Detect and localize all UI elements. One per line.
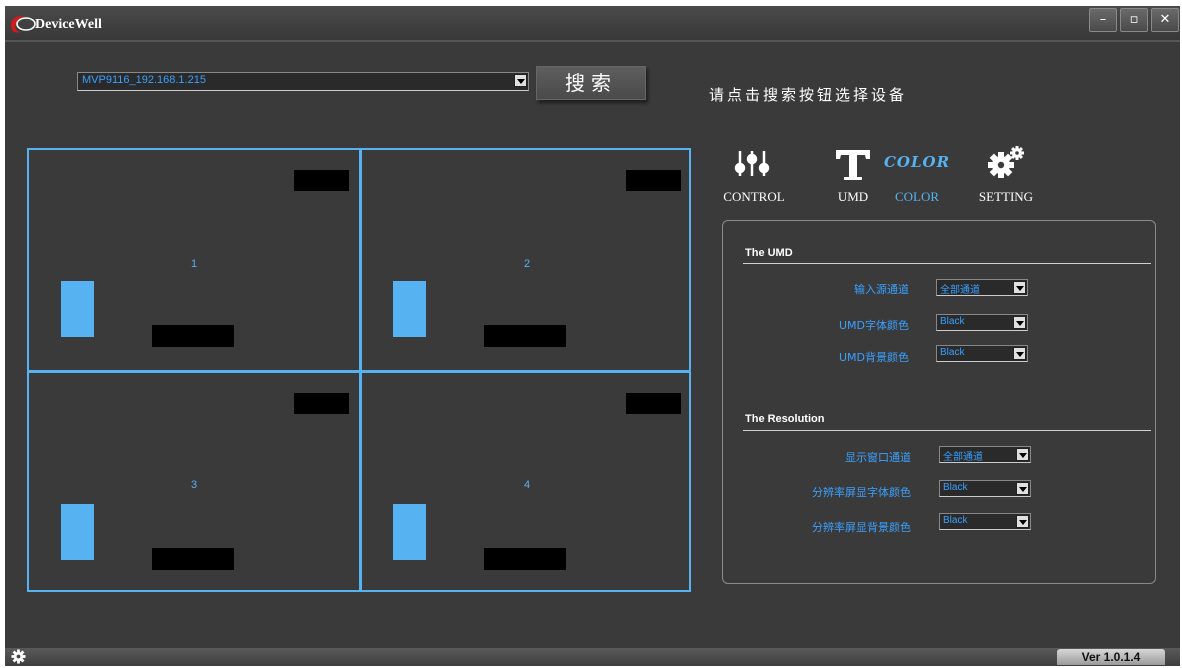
res-window-channel-select[interactable]: 全部通道 xyxy=(939,446,1031,463)
cell-number: 1 xyxy=(191,258,198,270)
status-bar: Ver 1.0.1.4 xyxy=(5,648,1180,666)
preview-cell[interactable]: 2 xyxy=(362,150,689,370)
resolution-overlay xyxy=(294,170,349,191)
resolution-overlay xyxy=(294,393,349,414)
tab-control[interactable]: CONTROL xyxy=(714,146,794,206)
umd-bg-color-value: Black xyxy=(940,347,965,358)
umd-bg-color-label: UMD背景颜色 xyxy=(838,351,909,364)
res-bg-color-label: 分辨率屏显背景颜色 xyxy=(812,521,911,534)
close-button[interactable]: ✕ xyxy=(1151,8,1179,32)
title-bar: DeviceWell – ▫ ✕ xyxy=(5,6,1180,42)
chevron-down-icon[interactable] xyxy=(1013,347,1026,360)
preview-cell[interactable]: 3 xyxy=(29,373,359,590)
umd-section-title: The UMD xyxy=(745,247,793,259)
res-window-channel-value: 全部通道 xyxy=(943,452,983,463)
res-font-color-label: 分辨率屏显字体颜色 xyxy=(812,486,911,499)
chevron-down-icon[interactable] xyxy=(1013,281,1026,294)
gear-icon[interactable] xyxy=(11,649,26,664)
umd-input-channel-select[interactable]: 全部通道 xyxy=(936,279,1028,296)
res-bg-color-value: Black xyxy=(943,515,968,526)
resolution-section-title: The Resolution xyxy=(745,413,825,425)
search-button[interactable]: 搜索 xyxy=(536,66,646,100)
res-font-color-select[interactable]: Black xyxy=(939,480,1031,497)
umd-overlay xyxy=(152,548,234,570)
chevron-down-icon[interactable] xyxy=(1016,482,1029,495)
tab-setting-label: SETTING xyxy=(978,189,1034,204)
window-marker xyxy=(61,504,94,560)
window-marker xyxy=(61,281,94,337)
chevron-down-icon[interactable] xyxy=(1013,316,1026,329)
tab-color-label: COLOR xyxy=(894,189,940,204)
window-preview-grid: 1 2 3 4 xyxy=(27,148,691,592)
preview-cell[interactable]: 1 xyxy=(29,150,359,370)
window-marker xyxy=(393,281,426,337)
resolution-overlay xyxy=(626,393,681,414)
umd-overlay xyxy=(484,548,566,570)
umd-input-channel-label: 输入源通道 xyxy=(854,283,909,296)
chevron-down-icon[interactable] xyxy=(1016,448,1029,461)
cell-number: 2 xyxy=(524,258,531,270)
umd-bg-color-select[interactable]: Black xyxy=(936,345,1028,362)
chevron-down-icon[interactable] xyxy=(514,74,527,87)
cell-number: 4 xyxy=(524,479,531,491)
preview-cell[interactable]: 4 xyxy=(362,373,689,590)
resolution-overlay xyxy=(626,170,681,191)
umd-overlay xyxy=(484,325,566,347)
gears-icon xyxy=(988,146,1024,178)
minimize-button[interactable]: – xyxy=(1089,8,1117,32)
umd-font-color-value: Black xyxy=(940,316,965,327)
tab-color[interactable]: COLOR COLOR xyxy=(877,146,957,206)
resolution-section-divider xyxy=(743,430,1151,431)
cell-number: 3 xyxy=(191,479,198,491)
tab-control-label: CONTROL xyxy=(723,189,785,204)
tab-setting[interactable]: SETTING xyxy=(966,146,1046,206)
umd-section-divider xyxy=(743,263,1151,264)
sliders-icon xyxy=(734,151,770,176)
window-marker xyxy=(393,504,426,560)
umd-overlay xyxy=(152,325,234,347)
color-icon: COLOR xyxy=(883,153,951,171)
umd-font-color-select[interactable]: Black xyxy=(936,314,1028,331)
restore-button[interactable]: ▫ xyxy=(1120,8,1148,32)
res-window-channel-label: 显示窗口通道 xyxy=(845,451,911,464)
app-window: DeviceWell – ▫ ✕ MVP9116_192.168.1.215 搜… xyxy=(5,6,1180,666)
chevron-down-icon[interactable] xyxy=(1016,515,1029,528)
umd-input-channel-value: 全部通道 xyxy=(940,285,980,296)
device-select[interactable]: MVP9116_192.168.1.215 xyxy=(77,72,529,91)
res-bg-color-select[interactable]: Black xyxy=(939,513,1031,530)
app-title: DeviceWell xyxy=(35,17,102,32)
color-settings-panel: The UMD 输入源通道 全部通道 UMD字体颜色 Black UMD背景颜色… xyxy=(722,220,1156,584)
res-font-color-value: Black xyxy=(943,482,968,493)
umd-font-color-label: UMD字体颜色 xyxy=(838,319,909,332)
device-select-value: MVP9116_192.168.1.215 xyxy=(82,74,206,86)
search-hint: 请点击搜索按钮选择设备 xyxy=(709,86,908,104)
version-label: Ver 1.0.1.4 xyxy=(1057,649,1165,665)
